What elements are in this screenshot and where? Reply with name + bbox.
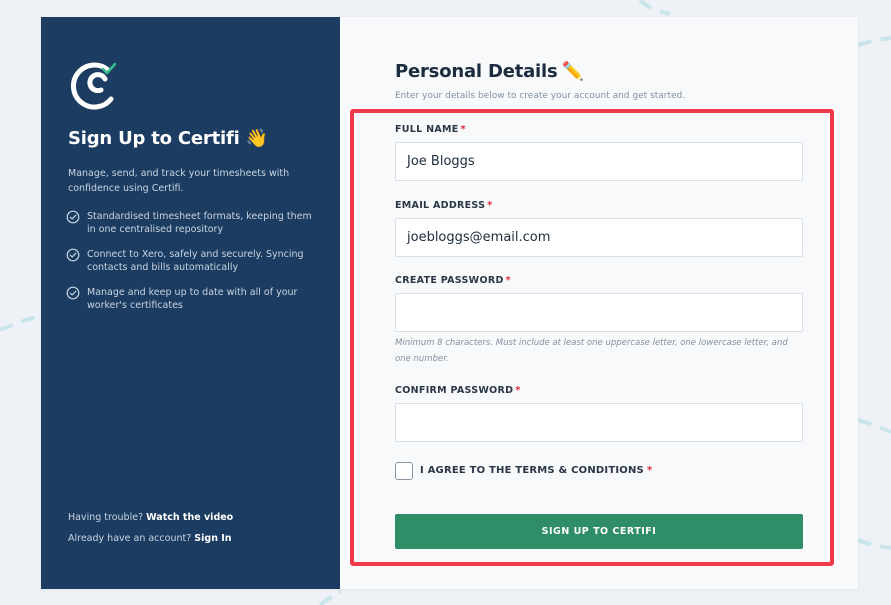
confirm-password-label-text: CONFIRM PASSWORD bbox=[395, 385, 514, 396]
page-subtitle: Enter your details below to create your … bbox=[395, 91, 686, 101]
terms-checkbox[interactable] bbox=[395, 462, 413, 480]
certifi-logo-icon bbox=[70, 62, 117, 110]
page-title: Personal Details ✏️ bbox=[395, 61, 584, 82]
page-title-text: Personal Details bbox=[395, 61, 558, 82]
password-hint: Minimum 8 characters. Must include at le… bbox=[395, 338, 788, 364]
full-name-label-text: FULL NAME bbox=[395, 124, 459, 135]
password-label-text: CREATE PASSWORD bbox=[395, 275, 504, 286]
feature-text: Standardised timesheet formats, keeping … bbox=[87, 211, 312, 235]
sidebar-title: Sign Up to Certifi 👋 bbox=[68, 128, 268, 149]
full-name-label: FULL NAME * bbox=[395, 124, 466, 135]
required-marker: * bbox=[646, 465, 653, 476]
required-marker: * bbox=[460, 124, 466, 135]
feature-list: Standardised timesheet formats, keeping … bbox=[66, 210, 316, 324]
account-text: Already have an account? bbox=[68, 533, 192, 544]
feature-item: Standardised timesheet formats, keeping … bbox=[66, 210, 316, 236]
check-circle-icon bbox=[66, 210, 80, 224]
sign-in-link[interactable]: Sign In bbox=[194, 533, 231, 544]
form-panel: Personal Details ✏️ Enter your details be… bbox=[340, 17, 858, 589]
watch-video-link[interactable]: Watch the video bbox=[146, 512, 233, 523]
feature-item: Manage and keep up to date with all of y… bbox=[66, 286, 316, 312]
email-label: EMAIL ADDRESS * bbox=[395, 200, 493, 211]
terms-label-text: I AGREE TO THE TERMS & CONDITIONS bbox=[420, 465, 644, 476]
feature-text: Manage and keep up to date with all of y… bbox=[87, 287, 298, 311]
signin-row: Already have an account? Sign In bbox=[68, 533, 233, 544]
help-row: Having trouble? Watch the video bbox=[68, 512, 233, 523]
confirm-password-label: CONFIRM PASSWORD * bbox=[395, 385, 521, 396]
sidebar-footer: Having trouble? Watch the video Already … bbox=[68, 512, 233, 554]
check-circle-icon bbox=[66, 286, 80, 300]
terms-label[interactable]: I AGREE TO THE TERMS & CONDITIONS * bbox=[420, 465, 652, 476]
password-input[interactable] bbox=[395, 293, 803, 332]
email-input[interactable]: joebloggs@email.com bbox=[395, 218, 803, 257]
sign-up-button[interactable]: SIGN UP TO CERTIFI bbox=[395, 514, 803, 549]
signup-card: Sign Up to Certifi 👋 Manage, send, and t… bbox=[41, 17, 858, 589]
trouble-text: Having trouble? bbox=[68, 512, 144, 523]
confirm-password-input[interactable] bbox=[395, 403, 803, 442]
email-label-text: EMAIL ADDRESS bbox=[395, 200, 486, 211]
required-marker: * bbox=[487, 200, 493, 211]
pencil-icon: ✏️ bbox=[561, 61, 584, 82]
sidebar-description: Manage, send, and track your timesheets … bbox=[68, 168, 290, 194]
check-circle-icon bbox=[66, 248, 80, 262]
required-marker: * bbox=[505, 275, 511, 286]
feature-text: Connect to Xero, safely and securely. Sy… bbox=[87, 249, 304, 273]
full-name-input[interactable]: Joe Bloggs bbox=[395, 142, 803, 181]
sidebar-panel: Sign Up to Certifi 👋 Manage, send, and t… bbox=[41, 17, 340, 589]
required-marker: * bbox=[515, 385, 521, 396]
password-label: CREATE PASSWORD * bbox=[395, 275, 511, 286]
feature-item: Connect to Xero, safely and securely. Sy… bbox=[66, 248, 316, 274]
